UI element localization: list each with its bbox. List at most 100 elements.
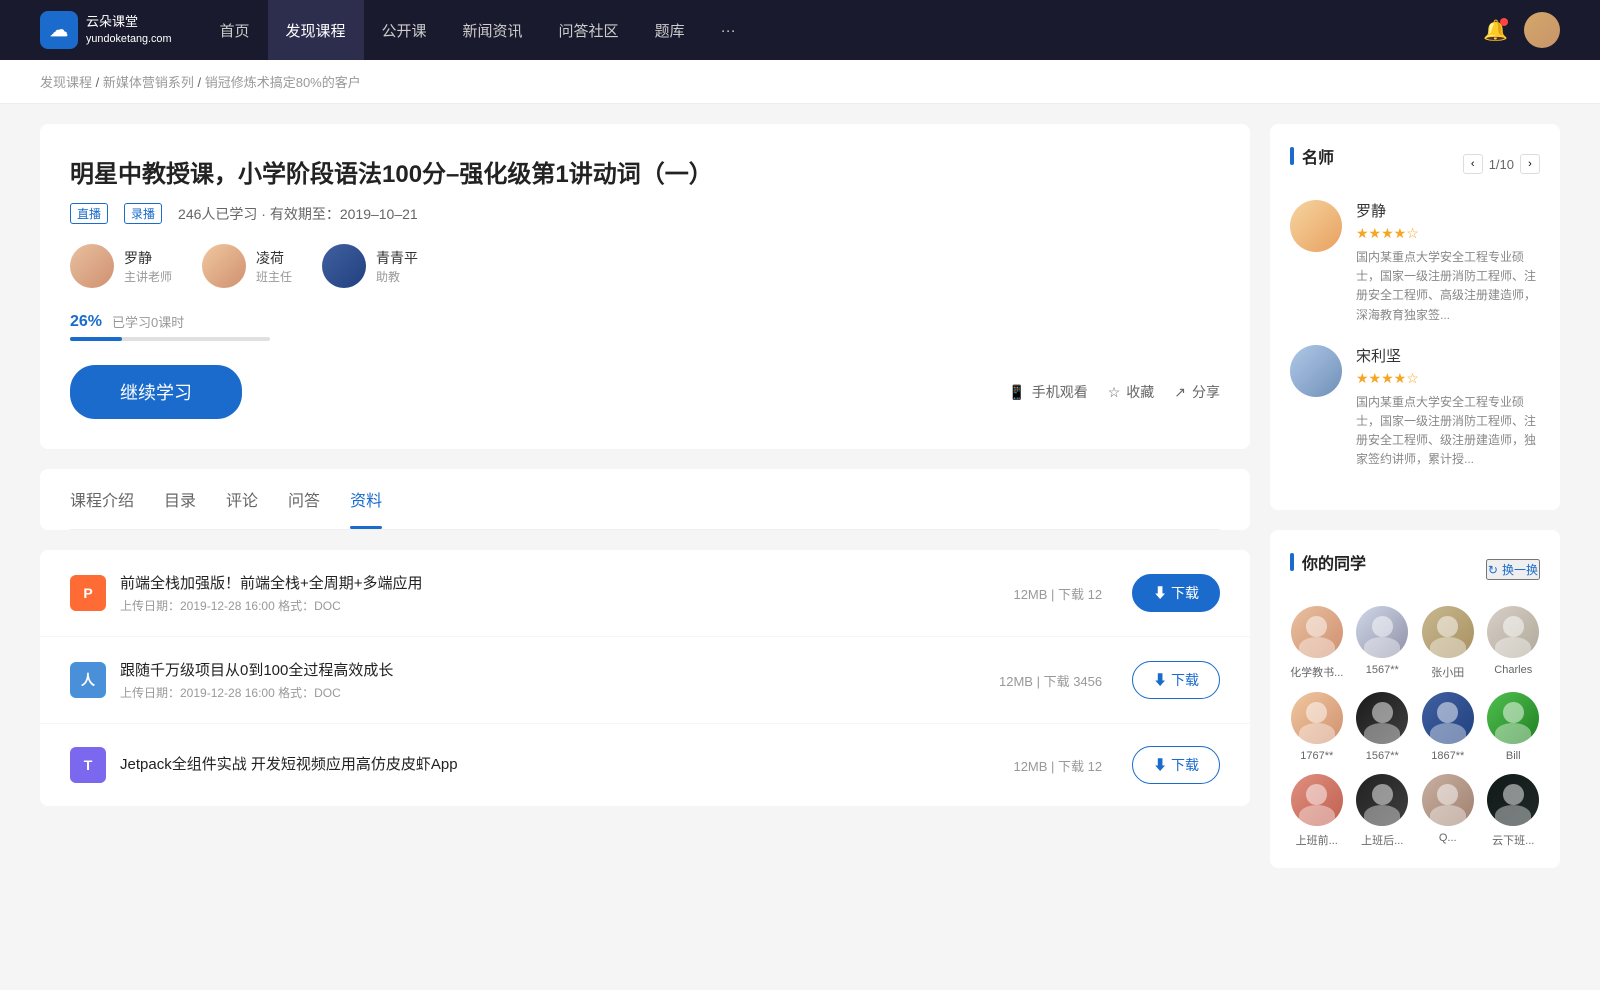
avatar-silhouette-0 — [1291, 606, 1343, 658]
user-avatar[interactable] — [1524, 12, 1560, 48]
nav-item-问答社区[interactable]: 问答社区 — [541, 0, 637, 60]
classmates-grid: 化学教书... 1567** 张小田 Charles — [1290, 606, 1540, 848]
classmate-item-9[interactable]: 上班后... — [1356, 774, 1410, 848]
teacher-info-1: 凌荷 班主任 — [256, 248, 292, 285]
avatar-silhouette-8 — [1291, 774, 1343, 826]
teacher-stars-1: ★★★★☆ — [1356, 370, 1540, 387]
sidebar-teacher-name-0: 罗静 — [1356, 200, 1540, 221]
action-row: 继续学习 📱 手机观看 ☆ 收藏 ↗ 分享 — [70, 365, 1220, 419]
course-title: 明星中教授课，小学阶段语法100分–强化级第1讲动词（一） — [70, 154, 1220, 189]
breadcrumb-separator: / — [194, 75, 205, 90]
classmate-item-2[interactable]: 张小田 — [1421, 606, 1475, 680]
classmate-name-9: 上班后... — [1361, 832, 1403, 848]
download-button-1[interactable]: ⬇ 下载 — [1132, 661, 1220, 699]
classmate-avatar-4 — [1291, 692, 1343, 744]
tab-资料[interactable]: 资料 — [350, 469, 382, 529]
file-meta-1: 上传日期：2019-12-28 16:00 格式：DOC — [120, 684, 999, 701]
classmate-avatar-5 — [1356, 692, 1408, 744]
continue-button[interactable]: 继续学习 — [70, 365, 242, 419]
tab-目录[interactable]: 目录 — [164, 469, 196, 529]
file-item-0: P 前端全栈加强版！前端全栈+全周期+多端应用 上传日期：2019-12-28 … — [40, 550, 1250, 637]
classmate-avatar-9 — [1356, 774, 1408, 826]
sidebar-teacher-avatar-0 — [1290, 200, 1342, 252]
avatar-silhouette-7 — [1487, 692, 1539, 744]
classmate-name-1: 1567** — [1366, 664, 1399, 676]
nav-item-新闻资讯[interactable]: 新闻资讯 — [445, 0, 541, 60]
classmate-item-3[interactable]: Charles — [1487, 606, 1541, 680]
tab-评论[interactable]: 评论 — [226, 469, 258, 529]
file-name-0: 前端全栈加强版！前端全栈+全周期+多端应用 — [120, 572, 1013, 593]
file-icon-2: T — [70, 747, 106, 783]
breadcrumb-item-0[interactable]: 发现课程 — [40, 75, 92, 90]
classmate-item-4[interactable]: 1767** — [1290, 692, 1344, 762]
page-info: 1/10 — [1489, 157, 1514, 172]
breadcrumb-item-2[interactable]: 销冠修炼术搞定80%的客户 — [205, 75, 361, 90]
tab-问答[interactable]: 问答 — [288, 469, 320, 529]
mobile-watch-button[interactable]: 📱 手机观看 — [1008, 382, 1087, 402]
avatar-silhouette-5 — [1356, 692, 1408, 744]
teacher-name-1: 凌荷 — [256, 248, 292, 268]
nav-items: 首页发现课程公开课新闻资讯问答社区题库··· — [201, 0, 1483, 60]
collect-button[interactable]: ☆ 收藏 — [1108, 382, 1155, 402]
classmate-avatar-8 — [1291, 774, 1343, 826]
file-stats-1: 12MB | 下载 3456 — [999, 671, 1102, 690]
progress-bar-fill — [70, 337, 122, 341]
file-item-2: T Jetpack全组件实战 开发短视频应用高仿皮皮虾App 12MB | 下载… — [40, 724, 1250, 806]
file-stats-0: 12MB | 下载 12 — [1013, 584, 1102, 603]
classmate-item-11[interactable]: 云下班... — [1487, 774, 1541, 848]
famous-teachers-title: 名师 — [1290, 144, 1334, 168]
classmates-card: 你的同学 ↻ 换一换 化学教书... 1567** — [1270, 530, 1560, 868]
nav-item-题库[interactable]: 题库 — [637, 0, 703, 60]
classmate-item-1[interactable]: 1567** — [1356, 606, 1410, 680]
teacher-name-2: 青青平 — [376, 248, 418, 268]
file-icon-1: 人 — [70, 662, 106, 698]
logo[interactable]: ☁ 云朵课堂yundoketang.com — [40, 11, 171, 49]
notification-bell[interactable]: 🔔 — [1483, 18, 1508, 43]
nav-item-发现课程[interactable]: 发现课程 — [268, 0, 364, 60]
nav-item-首页[interactable]: 首页 — [201, 0, 267, 60]
download-button-0[interactable]: ⬇ 下载 — [1132, 574, 1220, 612]
classmate-avatar-7 — [1487, 692, 1539, 744]
classmate-avatar-3 — [1487, 606, 1539, 658]
classmate-avatar-10 — [1422, 774, 1474, 826]
breadcrumb: 发现课程 / 新媒体营销系列 / 销冠修炼术搞定80%的客户 — [0, 60, 1600, 104]
star-icon: ☆ — [1108, 384, 1121, 401]
share-button[interactable]: ↗ 分享 — [1174, 382, 1220, 402]
file-list: P 前端全栈加强版！前端全栈+全周期+多端应用 上传日期：2019-12-28 … — [40, 550, 1250, 806]
classmate-item-7[interactable]: Bill — [1487, 692, 1541, 762]
next-page-button[interactable]: › — [1520, 154, 1540, 174]
breadcrumb-item-1[interactable]: 新媒体营销系列 — [103, 75, 194, 90]
share-icon: ↗ — [1174, 384, 1186, 401]
classmate-item-5[interactable]: 1567** — [1356, 692, 1410, 762]
classmate-item-8[interactable]: 上班前... — [1290, 774, 1344, 848]
mobile-icon: 📱 — [1008, 384, 1025, 401]
prev-page-button[interactable]: ‹ — [1463, 154, 1483, 174]
classmate-avatar-2 — [1422, 606, 1474, 658]
content-area: 明星中教授课，小学阶段语法100分–强化级第1讲动词（一） 直播 录播 246人… — [40, 124, 1250, 888]
progress-sub: 已学习0课时 — [112, 312, 184, 331]
classmate-name-4: 1767** — [1300, 750, 1333, 762]
teacher-role-1: 班主任 — [256, 268, 292, 285]
classmate-name-3: Charles — [1494, 664, 1532, 676]
teacher-item-2: 青青平 助教 — [322, 244, 418, 288]
download-button-2[interactable]: ⬇ 下载 — [1132, 746, 1220, 784]
teacher-item-0: 罗静 主讲老师 — [70, 244, 172, 288]
classmate-item-0[interactable]: 化学教书... — [1290, 606, 1344, 680]
sidebar: 名师 ‹ 1/10 › 罗静 ★★★★☆ 国内某重点大学安全工程专业硕士，国家一… — [1270, 124, 1560, 888]
badge-record: 录播 — [124, 203, 162, 224]
classmate-item-10[interactable]: Q... — [1421, 774, 1475, 848]
classmate-avatar-0 — [1291, 606, 1343, 658]
nav-item-公开课[interactable]: 公开课 — [364, 0, 445, 60]
classmate-name-0: 化学教书... — [1290, 664, 1343, 680]
tab-课程介绍[interactable]: 课程介绍 — [70, 469, 134, 529]
teacher-avatar-1 — [202, 244, 246, 288]
teacher-info-2: 青青平 助教 — [376, 248, 418, 285]
logo-text: 云朵课堂yundoketang.com — [86, 14, 171, 46]
classmate-name-7: Bill — [1506, 750, 1521, 762]
classmate-item-6[interactable]: 1867** — [1421, 692, 1475, 762]
course-meta: 直播 录播 246人已学习 · 有效期至：2019–10–21 — [70, 203, 1220, 224]
refresh-classmates-button[interactable]: ↻ 换一换 — [1486, 559, 1540, 580]
classmate-name-2: 张小田 — [1431, 664, 1464, 680]
nav-item-···[interactable]: ··· — [703, 0, 754, 60]
sidebar-teacher-info-0: 罗静 ★★★★☆ 国内某重点大学安全工程专业硕士，国家一级注册消防工程师、注册安… — [1356, 200, 1540, 325]
